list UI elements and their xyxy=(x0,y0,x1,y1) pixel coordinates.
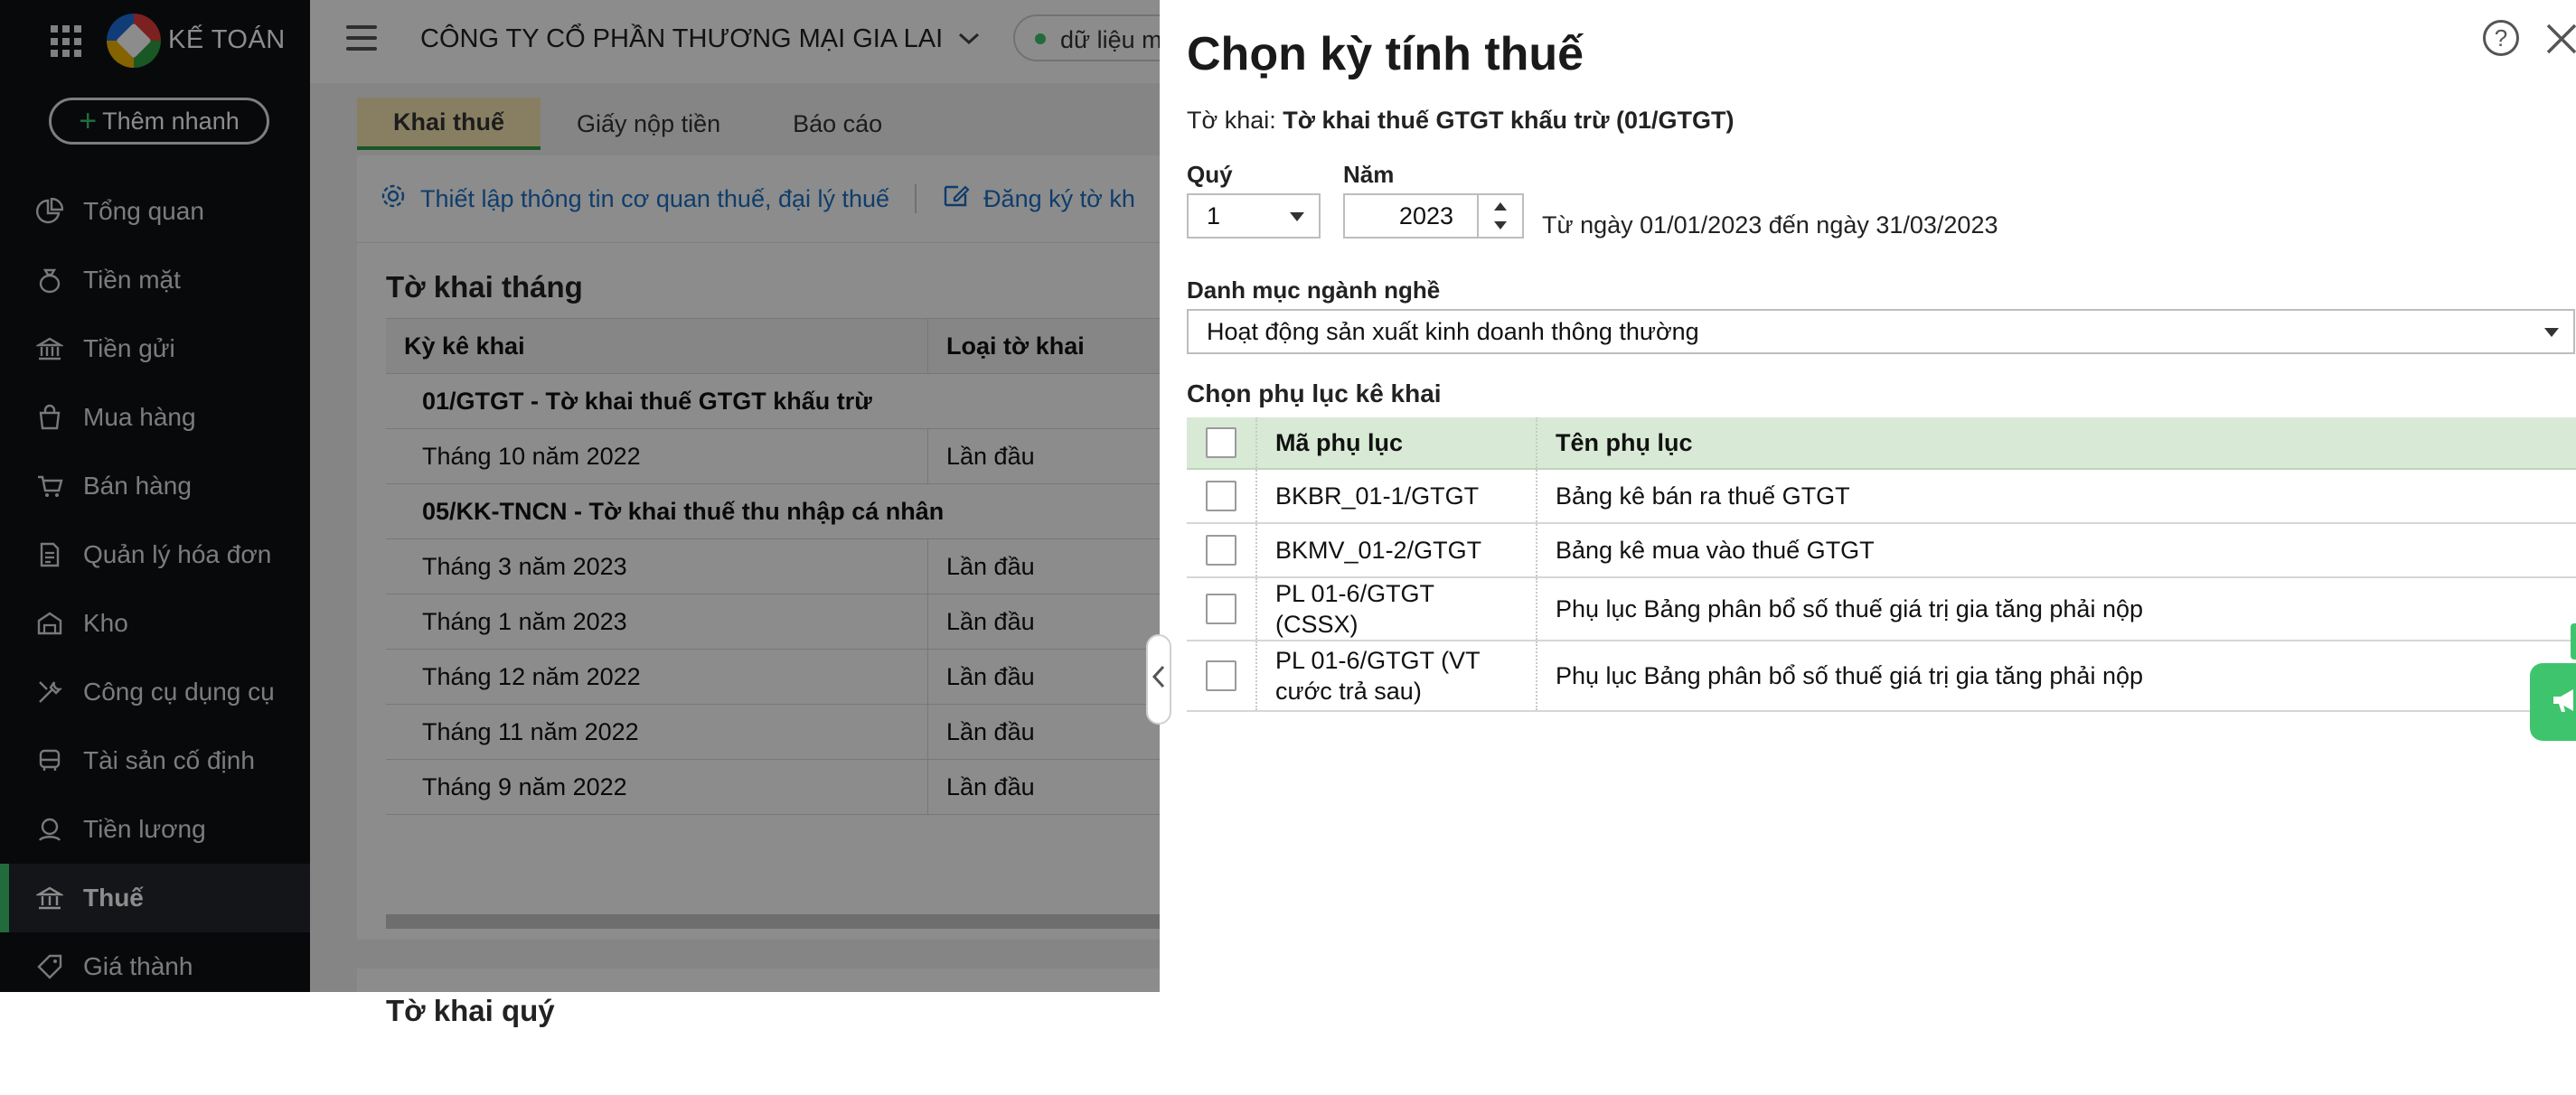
industry-value: Hoạt động sản xuất kinh doanh thông thườ… xyxy=(1207,317,1699,345)
caret-down-icon xyxy=(2544,328,2559,337)
select-all-cell xyxy=(1187,417,1257,468)
quarter-value: 1 xyxy=(1207,201,1221,229)
appendix-code: PL 01-6/GTGT (VT cước trả sau) xyxy=(1257,641,1537,710)
close-icon[interactable] xyxy=(2541,18,2576,60)
row-checkbox[interactable] xyxy=(1206,594,1236,624)
quarter-label: Quý xyxy=(1187,161,1233,188)
declaration-info: Tờ khai: Tờ khai thuế GTGT khấu trừ (01/… xyxy=(1187,107,1735,135)
table-row[interactable]: BKBR_01-1/GTGT Bảng kê bán ra thuế GTGT xyxy=(1187,470,2576,524)
megaphone-icon xyxy=(2548,682,2576,723)
declaration-prefix: Tờ khai: xyxy=(1187,107,1276,134)
row-checkbox[interactable] xyxy=(1206,535,1236,566)
appendix-name: Bảng kê bán ra thuế GTGT xyxy=(1556,482,1850,510)
year-spinner[interactable] xyxy=(1477,195,1522,237)
table-row[interactable]: PL 01-6/GTGT (CSSX) Phụ lục Bảng phân bổ… xyxy=(1187,578,2576,641)
spin-up-icon[interactable] xyxy=(1494,202,1507,211)
appendix-table: Mã phụ lục Tên phụ lục BKBR_01-1/GTGT Bả… xyxy=(1187,417,2576,712)
appendix-code: BKBR_01-1/GTGT xyxy=(1257,470,1537,522)
caret-down-icon xyxy=(1290,212,1304,221)
modal-backdrop[interactable] xyxy=(0,0,1160,992)
checkbox-cell xyxy=(1187,578,1257,640)
spin-down-icon[interactable] xyxy=(1494,221,1507,229)
checkbox-cell xyxy=(1187,524,1257,576)
date-range-text: Từ ngày 01/01/2023 đến ngày 31/03/2023 xyxy=(1542,211,1998,239)
panel-collapse-handle[interactable] xyxy=(1146,634,1171,725)
side-tab-handle[interactable] xyxy=(2571,623,2576,660)
appendix-name: Phụ lục Bảng phân bổ số thuế giá trị gia… xyxy=(1556,661,2143,689)
checkbox-cell xyxy=(1187,470,1257,522)
appendix-code: PL 01-6/GTGT (CSSX) xyxy=(1257,578,1537,640)
industry-select[interactable]: Hoạt động sản xuất kinh doanh thông thườ… xyxy=(1187,309,2575,354)
appendix-header-row: Mã phụ lục Tên phụ lục xyxy=(1187,417,2576,470)
table-row[interactable]: BKMV_01-2/GTGT Bảng kê mua vào thuế GTGT xyxy=(1187,524,2576,578)
year-label: Năm xyxy=(1343,161,1395,188)
row-checkbox[interactable] xyxy=(1206,481,1236,511)
column-header-code[interactable]: Mã phụ lục xyxy=(1257,417,1537,468)
row-checkbox[interactable] xyxy=(1206,660,1236,691)
tax-period-dialog: Chọn kỳ tính thuế ? Tờ khai: Tờ khai thu… xyxy=(1160,0,2576,992)
dialog-title: Chọn kỳ tính thuế xyxy=(1187,28,1584,80)
column-header-name[interactable]: Tên phụ lục xyxy=(1537,417,2576,468)
appendix-name: Bảng kê mua vào thuế GTGT xyxy=(1556,536,1875,564)
industry-label: Danh mục ngành nghề xyxy=(1187,276,1441,304)
feedback-button[interactable] xyxy=(2530,663,2576,741)
declaration-name: Tờ khai thuế GTGT khấu trừ (01/GTGT) xyxy=(1283,107,1735,134)
appendix-name: Phụ lục Bảng phân bổ số thuế giá trị gia… xyxy=(1556,594,2143,622)
help-icon[interactable]: ? xyxy=(2483,20,2519,56)
appendix-code: BKMV_01-2/GTGT xyxy=(1257,524,1537,576)
checkbox-cell xyxy=(1187,641,1257,710)
select-all-checkbox[interactable] xyxy=(1206,427,1236,458)
chevron-left-icon xyxy=(1152,664,1166,696)
table-row[interactable]: PL 01-6/GTGT (VT cước trả sau) Phụ lục B… xyxy=(1187,641,2576,712)
quarter-select[interactable]: 1 xyxy=(1187,193,1321,239)
year-value: 2023 xyxy=(1398,201,1453,229)
appendix-label: Chọn phụ lục kê khai xyxy=(1187,379,1442,407)
year-stepper[interactable]: 2023 xyxy=(1343,193,1524,239)
